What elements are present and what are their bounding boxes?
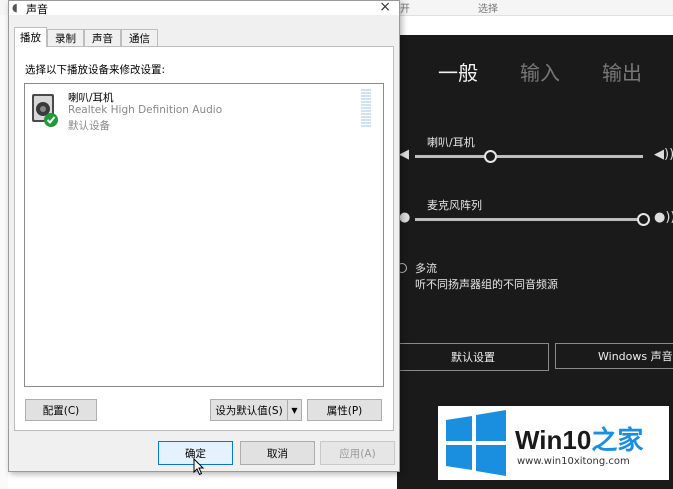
close-button[interactable]: × bbox=[379, 0, 391, 15]
speaker-device-icon bbox=[32, 94, 58, 127]
speaker-high-icon: ◀)) bbox=[654, 147, 673, 162]
watermark-brand-suffix: 之家 bbox=[591, 425, 644, 455]
tab-playback[interactable]: 播放 bbox=[14, 27, 47, 47]
level-meter bbox=[361, 89, 371, 127]
properties-button[interactable]: 属性(P) bbox=[307, 399, 382, 421]
device-description: Realtek High Definition Audio bbox=[68, 104, 223, 116]
configure-button[interactable]: 配置(C) bbox=[25, 399, 97, 421]
device-name: 喇叭/耳机 bbox=[68, 92, 114, 104]
mic-icon: ● bbox=[399, 210, 411, 225]
mouse-cursor-icon bbox=[193, 458, 205, 476]
instruction-text: 选择以下播放设备来修改设置: bbox=[25, 64, 166, 76]
windows-logo-icon bbox=[446, 410, 506, 476]
title-bar: ◖ 声音 × bbox=[9, 0, 399, 16]
mic-slider-label: 麦克风阵列 bbox=[427, 199, 482, 212]
tab-general[interactable]: 一般 bbox=[438, 57, 478, 86]
device-status: 默认设备 bbox=[68, 120, 110, 132]
mic-volume-thumb[interactable] bbox=[637, 213, 650, 226]
sound-dialog: ◖ 声音 × 播放 录制 声音 通信 选择以下播放设备来修改设置: 喇叭/耳机 … bbox=[8, 0, 400, 472]
speaker-app-icon: ◖ bbox=[12, 1, 18, 14]
cancel-button[interactable]: 取消 bbox=[240, 441, 315, 465]
tab-input[interactable]: 输入 bbox=[520, 57, 560, 86]
dialog-title: 声音 bbox=[26, 3, 48, 16]
tab-sounds[interactable]: 声音 bbox=[84, 29, 121, 46]
tab-output[interactable]: 输出 bbox=[602, 57, 642, 86]
multistream-label: 多流 bbox=[415, 262, 437, 275]
tab-communications[interactable]: 通信 bbox=[121, 29, 158, 46]
tab-recording[interactable]: 录制 bbox=[47, 29, 84, 46]
background-text: 选择 bbox=[478, 4, 498, 15]
background-window-edge bbox=[0, 15, 8, 489]
multistream-description: 听不同扬声器组的不同音频源 bbox=[415, 278, 558, 291]
apply-button[interactable]: 应用(A) bbox=[320, 441, 395, 465]
speaker-volume-thumb[interactable] bbox=[484, 150, 498, 163]
watermark-brand: Win10之家 bbox=[515, 420, 643, 457]
playback-panel: 选择以下播放设备来修改设置: 喇叭/耳机 Realtek High Defini… bbox=[14, 46, 394, 431]
watermark-brand-prefix: Win10 bbox=[515, 425, 592, 455]
watermark: Win10之家 www.win10xitong.com bbox=[438, 406, 669, 480]
mic-level-icon: ●)) bbox=[654, 210, 673, 225]
set-default-button[interactable]: 设为默认值(S) bbox=[210, 399, 288, 421]
set-default-dropdown[interactable]: ▼ bbox=[287, 399, 302, 421]
speaker-low-icon: ◀ bbox=[399, 147, 409, 162]
background-text: 开 bbox=[400, 4, 410, 15]
device-list[interactable]: 喇叭/耳机 Realtek High Definition Audio 默认设备 bbox=[24, 83, 384, 387]
default-settings-button[interactable]: 默认设置 bbox=[397, 343, 549, 371]
windows-sound-properties-button[interactable]: Windows 声音属 bbox=[555, 343, 673, 369]
speaker-volume-slider[interactable] bbox=[415, 155, 643, 158]
watermark-url: www.win10xitong.com bbox=[517, 456, 630, 467]
mic-volume-slider[interactable] bbox=[415, 218, 643, 221]
list-item[interactable]: 喇叭/耳机 Realtek High Definition Audio 默认设备 bbox=[26, 87, 381, 135]
speaker-slider-label: 喇叭/耳机 bbox=[427, 136, 475, 149]
